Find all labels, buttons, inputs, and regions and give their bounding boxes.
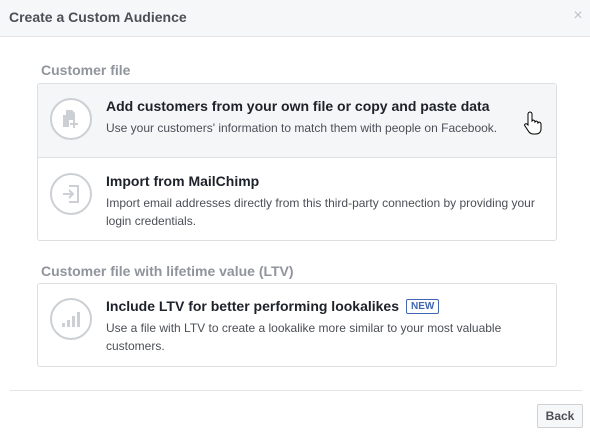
bar-chart-icon xyxy=(50,298,92,340)
option-include-ltv[interactable]: Include LTV for better performing lookal… xyxy=(38,284,556,366)
section-label-ltv: Customer file with lifetime value (LTV) xyxy=(41,263,294,279)
option-description: Use a file with LTV to create a lookalik… xyxy=(106,321,502,353)
ltv-options: Include LTV for better performing lookal… xyxy=(37,283,557,367)
close-icon[interactable]: × xyxy=(571,8,585,24)
option-import-mailchimp[interactable]: Import from MailChimp Import email addre… xyxy=(38,158,556,240)
document-add-icon xyxy=(50,98,92,140)
dialog-title: Create a Custom Audience xyxy=(9,9,187,25)
hand-cursor-icon xyxy=(523,111,543,135)
option-title: Import from MailChimp xyxy=(106,173,260,189)
option-title: Add customers from your own file or copy… xyxy=(106,98,490,114)
back-button[interactable]: Back xyxy=(537,404,583,428)
new-badge: NEW xyxy=(406,299,440,314)
option-title: Include LTV for better performing lookal… xyxy=(106,298,440,314)
footer-divider xyxy=(10,390,582,391)
option-description: Use your customers' information to match… xyxy=(106,121,498,135)
customer-file-options: Add customers from your own file or copy… xyxy=(37,83,557,241)
dialog-header: Create a Custom Audience × xyxy=(0,0,590,37)
option-description: Import email addresses directly from thi… xyxy=(106,196,535,228)
section-label-customer-file: Customer file xyxy=(41,62,131,78)
option-title-text: Include LTV for better performing lookal… xyxy=(106,298,400,314)
option-add-customers-file[interactable]: Add customers from your own file or copy… xyxy=(38,84,556,158)
import-icon xyxy=(50,173,92,215)
